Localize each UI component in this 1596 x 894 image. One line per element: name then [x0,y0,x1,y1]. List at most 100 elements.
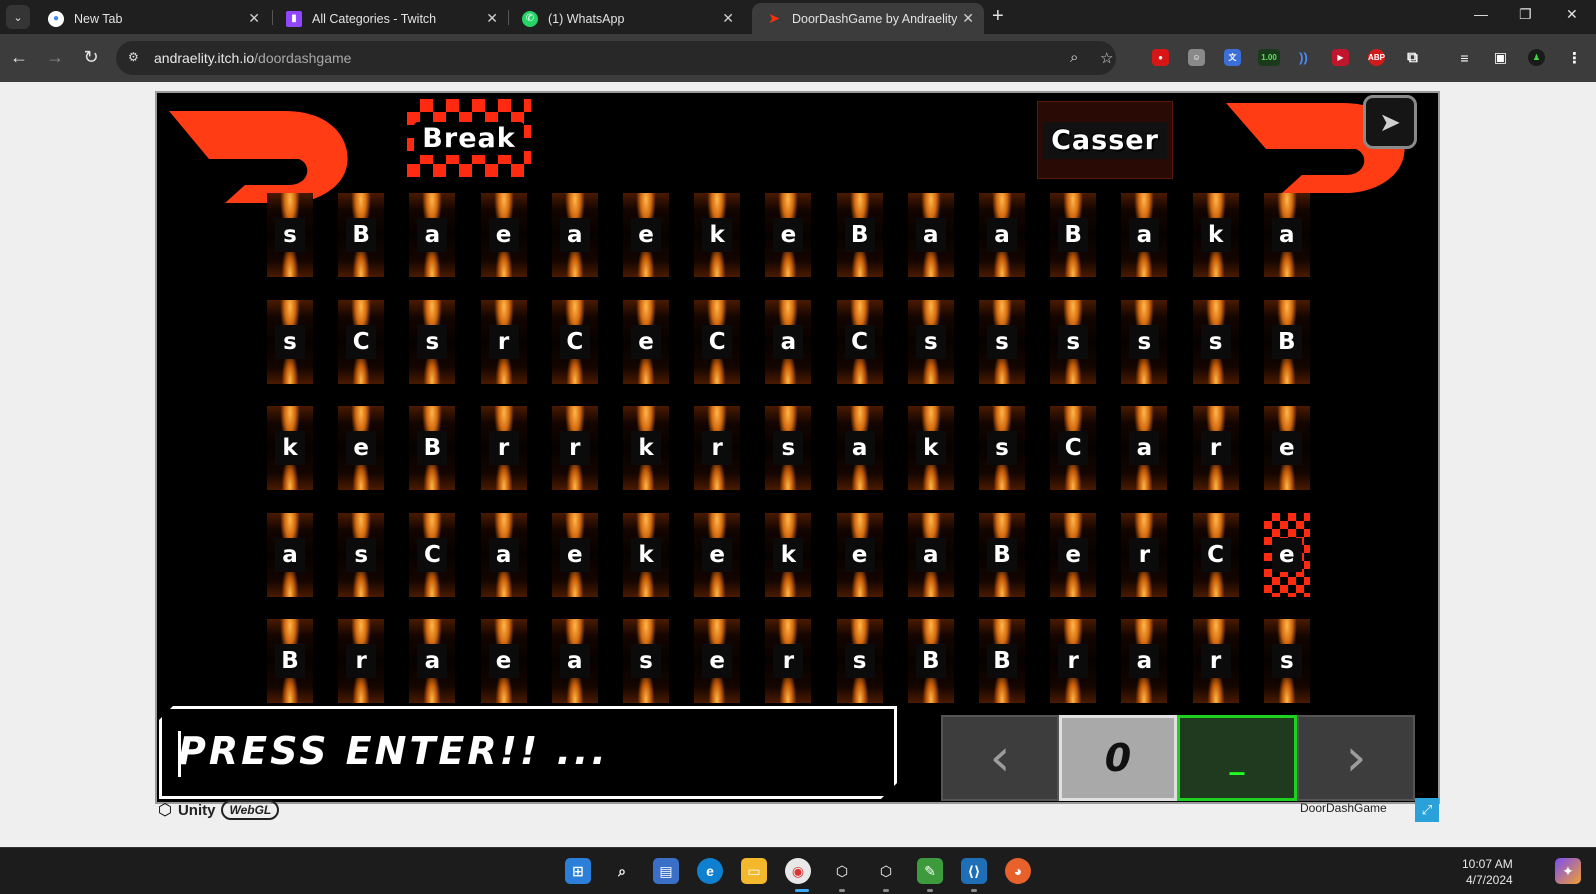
letter-tile[interactable]: B [907,619,954,703]
copilot-icon[interactable]: ✦ [1555,858,1581,884]
unity-editor-icon[interactable]: ⬡ [873,858,899,884]
letter-tile[interactable]: e [694,619,741,703]
letter-tile[interactable]: k [907,406,954,490]
letter-tile[interactable]: B [1050,193,1097,277]
address-bar[interactable]: ⚙ andraelity.itch.io/doordashgame ⌕ ☆ [116,41,1116,75]
letter-tile[interactable]: k [623,406,669,490]
letter-tile[interactable]: s [765,406,812,490]
letter-tile[interactable]: a [409,619,456,703]
zoom-search-icon[interactable]: ⌕ [1070,49,1078,66]
letter-tile[interactable]: B [836,193,883,277]
letter-tile[interactable]: s [979,299,1025,384]
letter-tile[interactable]: r [338,619,385,703]
search-icon[interactable]: ⌕ [609,858,635,884]
letter-tile[interactable]: s [1050,299,1097,384]
previous-button[interactable]: ‹ [941,715,1059,801]
letter-tile[interactable]: e [694,512,741,597]
store-icon[interactable]: ▤ [653,858,679,884]
letter-tile[interactable]: k [1192,193,1239,277]
letter-tile[interactable]: B [267,619,313,703]
media-controls-icon[interactable]: ≡ [1456,49,1473,66]
windows-start-icon[interactable]: ⊞ [565,858,591,884]
close-icon[interactable]: ✕ [248,10,260,27]
letter-tile[interactable]: e [480,619,527,703]
letter-tile[interactable]: e [623,193,669,277]
letter-tile[interactable]: a [409,193,456,277]
letter-tile[interactable]: a [907,193,954,277]
letter-tile[interactable]: C [694,299,741,384]
speed-extension-icon[interactable]: 1.00 [1258,49,1280,66]
letter-tile[interactable]: B [409,406,456,490]
letter-tile[interactable]: a [1121,619,1168,703]
firefox-icon[interactable]: ◕ [1005,858,1031,884]
letter-tile[interactable]: a [551,619,598,703]
letter-tile[interactable]: C [836,299,883,384]
letter-tile[interactable]: r [1192,406,1239,490]
navigation-arrow-icon[interactable]: ➤ [1363,95,1417,149]
letter-tile[interactable]: B [979,512,1025,597]
tab-twitch[interactable]: ▮ All Categories - Twitch ✕ [272,3,508,34]
letter-tile[interactable]: r [480,299,527,384]
tab-whatsapp[interactable]: ✆ (1) WhatsApp ✕ [508,3,744,34]
letter-tile[interactable]: s [1121,299,1168,384]
letter-tile[interactable]: e [551,512,598,597]
letter-tile[interactable]: s [409,299,456,384]
letter-tile[interactable]: e [480,193,527,277]
letter-tile[interactable]: s [1263,619,1310,703]
letter-tile[interactable]: s [267,299,313,384]
letter-tile[interactable]: a [267,512,313,597]
close-icon[interactable]: ✕ [486,10,498,27]
letter-tile[interactable]: B [338,193,385,277]
letter-tile[interactable]: C [1050,406,1097,490]
letter-tile[interactable]: r [1121,512,1168,597]
letter-tile[interactable]: s [1192,299,1239,384]
menu-kebab-icon[interactable]: ⋮ [1566,49,1583,67]
audio-extension-icon[interactable]: )) [1295,49,1312,66]
letter-tile[interactable]: e [765,193,812,277]
letter-tile[interactable]: a [979,193,1025,277]
letter-tile[interactable]: e [836,512,883,597]
letter-tile[interactable]: a [1121,193,1168,277]
forward-arrow-icon[interactable]: → [44,46,66,68]
letter-tile[interactable]: a [1263,193,1310,277]
edge-icon[interactable]: e [697,858,723,884]
letter-tile[interactable]: s [836,619,883,703]
letter-tile[interactable]: B [1263,299,1310,384]
url-text[interactable]: andraelity.itch.io/doordashgame [154,50,351,66]
letter-tile[interactable]: a [551,193,598,277]
letter-tile[interactable]: r [765,619,812,703]
letter-tile[interactable]: s [907,299,954,384]
letter-tile[interactable]: B [979,619,1025,703]
letter-tile[interactable]: e [338,406,385,490]
letter-tile[interactable]: a [836,406,883,490]
letter-tile[interactable]: e [1050,512,1097,597]
letter-tile[interactable]: s [979,406,1025,490]
letter-tile[interactable]: r [480,406,527,490]
letter-tile[interactable]: r [694,406,741,490]
extension-face-icon[interactable]: ☺ [1188,49,1205,66]
translate-icon[interactable]: 文 [1224,49,1241,66]
file-explorer-icon[interactable]: ▭ [741,858,767,884]
letter-tile[interactable]: r [551,406,598,490]
letter-tile[interactable]: k [694,193,741,277]
letter-tile[interactable]: k [765,512,812,597]
next-button[interactable]: › [1297,715,1415,801]
letter-tile[interactable]: s [623,619,669,703]
letter-tile[interactable]: r [1050,619,1097,703]
letter-tile[interactable]: e [1263,406,1310,490]
unity-hub-icon[interactable]: ⬡ [829,858,855,884]
letter-tile[interactable]: C [1192,512,1239,597]
extensions-puzzle-icon[interactable]: ⧉ [1404,49,1421,66]
window-close-icon[interactable]: ✕ [1566,6,1578,23]
profile-avatar[interactable]: ♟ [1528,49,1545,66]
letter-tile[interactable]: s [267,193,313,277]
letter-tile[interactable]: k [623,512,669,597]
extension-red-icon[interactable]: ● [1152,49,1169,66]
bookmark-star-icon[interactable]: ☆ [1100,49,1113,67]
close-icon[interactable]: ✕ [722,10,734,27]
video-extension-icon[interactable]: ▶ [1332,49,1349,66]
game-canvas[interactable]: Break Casser ➤ sBaeaekeBaaBakasCsrCeCaCs… [155,91,1440,804]
close-icon[interactable]: ✕ [962,10,974,27]
letter-tile[interactable]: r [1192,619,1239,703]
letter-tile[interactable]: a [480,512,527,597]
